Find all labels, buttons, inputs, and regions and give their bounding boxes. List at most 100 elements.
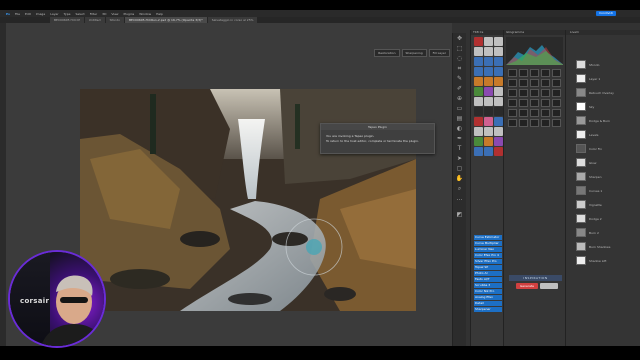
tk-button[interactable] xyxy=(494,127,503,136)
tk-button[interactable] xyxy=(494,117,503,126)
layer-row[interactable]: Burn 2 xyxy=(576,228,636,238)
plugin-item[interactable]: Detail xyxy=(474,301,502,306)
tk-button[interactable] xyxy=(494,137,503,146)
lasso-tool-icon[interactable]: ◌ xyxy=(456,55,464,63)
tk-button[interactable] xyxy=(494,97,503,106)
tk-button[interactable] xyxy=(494,67,503,76)
grid-button[interactable] xyxy=(508,109,517,117)
path-select-tool-icon[interactable]: ➤ xyxy=(456,155,464,163)
tk-button[interactable] xyxy=(474,37,483,46)
brush-tool-icon[interactable]: ✐ xyxy=(456,85,464,93)
layer-row[interactable]: Sfondo xyxy=(576,60,636,70)
share-button[interactable]: Condividi xyxy=(596,11,616,16)
plugin-item[interactable]: Scrubba 3 xyxy=(474,283,502,288)
menu-item-ps[interactable]: Ps xyxy=(6,12,10,16)
tk-button[interactable] xyxy=(494,87,503,96)
layer-row[interactable]: Levels xyxy=(576,130,636,140)
tk-button[interactable] xyxy=(484,37,493,46)
layer-row[interactable]: Sky xyxy=(576,102,636,112)
menu-item-window[interactable]: Window xyxy=(139,12,151,16)
layer-row[interactable]: Retouch Overlay xyxy=(576,88,636,98)
grid-button[interactable] xyxy=(541,99,550,107)
menu-item-plugins[interactable]: Plugins xyxy=(124,12,135,16)
tk-button[interactable] xyxy=(484,107,493,116)
tk-button[interactable] xyxy=(484,147,493,156)
tk-button[interactable] xyxy=(474,57,483,66)
grid-button[interactable] xyxy=(508,89,517,97)
menu-item-3d[interactable]: 3D xyxy=(102,12,106,16)
type-tool-icon[interactable]: T xyxy=(456,145,464,153)
tk-button[interactable] xyxy=(474,47,483,56)
tk-button[interactable] xyxy=(494,147,503,156)
layer-row[interactable]: Sharpen xyxy=(576,172,636,182)
layers-tab[interactable]: Livelli xyxy=(566,30,640,35)
grid-button[interactable] xyxy=(541,79,550,87)
grid-button[interactable] xyxy=(552,99,561,107)
tk-button[interactable] xyxy=(474,147,483,156)
tk-button[interactable] xyxy=(484,67,493,76)
grid-button[interactable] xyxy=(552,119,561,127)
menu-item-file[interactable]: File xyxy=(15,12,20,16)
tk-button[interactable] xyxy=(474,97,483,106)
eyedropper-tool-icon[interactable]: ✎ xyxy=(456,75,464,83)
grid-button[interactable] xyxy=(530,119,539,127)
plugin-item[interactable]: Silver Efex Pro xyxy=(474,259,502,264)
tk-button[interactable] xyxy=(484,87,493,96)
grid-button[interactable] xyxy=(552,89,561,97)
grid-button[interactable] xyxy=(508,69,517,77)
menu-item-layer[interactable]: Layer xyxy=(50,12,58,16)
menu-item-view[interactable]: View xyxy=(111,12,118,16)
menu-item-image[interactable]: Image xyxy=(36,12,45,16)
gradient-tool-icon[interactable]: ▤ xyxy=(456,115,464,123)
layer-row[interactable]: Curves 1 xyxy=(576,186,636,196)
menu-item-select[interactable]: Select xyxy=(75,12,84,16)
sharpening-button[interactable]: Sharpening xyxy=(401,49,427,57)
tk-button[interactable] xyxy=(494,47,503,56)
zoom-tool-icon[interactable]: ⌕ xyxy=(456,185,464,193)
plugin-item[interactable]: Photo AI xyxy=(474,271,502,276)
hand-tool-icon[interactable]: ✋ xyxy=(456,175,464,183)
menu-item-type[interactable]: Type xyxy=(64,12,71,16)
grid-button[interactable] xyxy=(530,99,539,107)
tk-button[interactable] xyxy=(484,77,493,86)
color-swatch-icon[interactable]: ◩ xyxy=(456,211,464,219)
tk-button[interactable] xyxy=(474,117,483,126)
tk-button[interactable] xyxy=(494,77,503,86)
tk-button[interactable] xyxy=(484,97,493,106)
grid-button[interactable] xyxy=(519,109,528,117)
tk-button[interactable] xyxy=(484,47,493,56)
grid-button[interactable] xyxy=(519,99,528,107)
grid-button[interactable] xyxy=(508,99,517,107)
tk-button[interactable] xyxy=(474,77,483,86)
grid-button[interactable] xyxy=(541,89,550,97)
tk-button[interactable] xyxy=(474,87,483,96)
menu-item-help[interactable]: Help xyxy=(156,12,163,16)
more-tools-icon[interactable]: … xyxy=(456,195,464,203)
tk-button[interactable] xyxy=(484,127,493,136)
grid-button[interactable] xyxy=(530,109,539,117)
tk-button[interactable] xyxy=(474,127,483,136)
grid-button[interactable] xyxy=(552,69,561,77)
layer-row[interactable]: Burn Shadows xyxy=(576,242,636,252)
action-button[interactable] xyxy=(540,283,558,289)
layer-row[interactable]: Glow xyxy=(576,158,636,168)
eraser-tool-icon[interactable]: ▭ xyxy=(456,105,464,113)
grid-button[interactable] xyxy=(530,89,539,97)
pen-tool-icon[interactable]: ✒ xyxy=(456,135,464,143)
tk-button[interactable] xyxy=(474,67,483,76)
grid-button[interactable] xyxy=(530,69,539,77)
shape-tool-icon[interactable]: ▢ xyxy=(456,165,464,173)
tk-button[interactable] xyxy=(494,37,503,46)
layer-row[interactable]: Shadow Lift xyxy=(576,256,636,266)
tk-button[interactable] xyxy=(484,117,493,126)
menu-item-filter[interactable]: Filter xyxy=(90,12,97,16)
layer-row[interactable]: Vignette xyxy=(576,200,636,210)
grid-button[interactable] xyxy=(530,79,539,87)
layer-row[interactable]: Dodge 2 xyxy=(576,214,636,224)
tk-button[interactable] xyxy=(484,57,493,66)
grid-button[interactable] xyxy=(552,79,561,87)
tk-button[interactable] xyxy=(484,137,493,146)
tk-button[interactable] xyxy=(494,57,503,66)
grid-button[interactable] xyxy=(519,69,528,77)
plugin-item[interactable]: Luminar Neo xyxy=(474,247,502,252)
